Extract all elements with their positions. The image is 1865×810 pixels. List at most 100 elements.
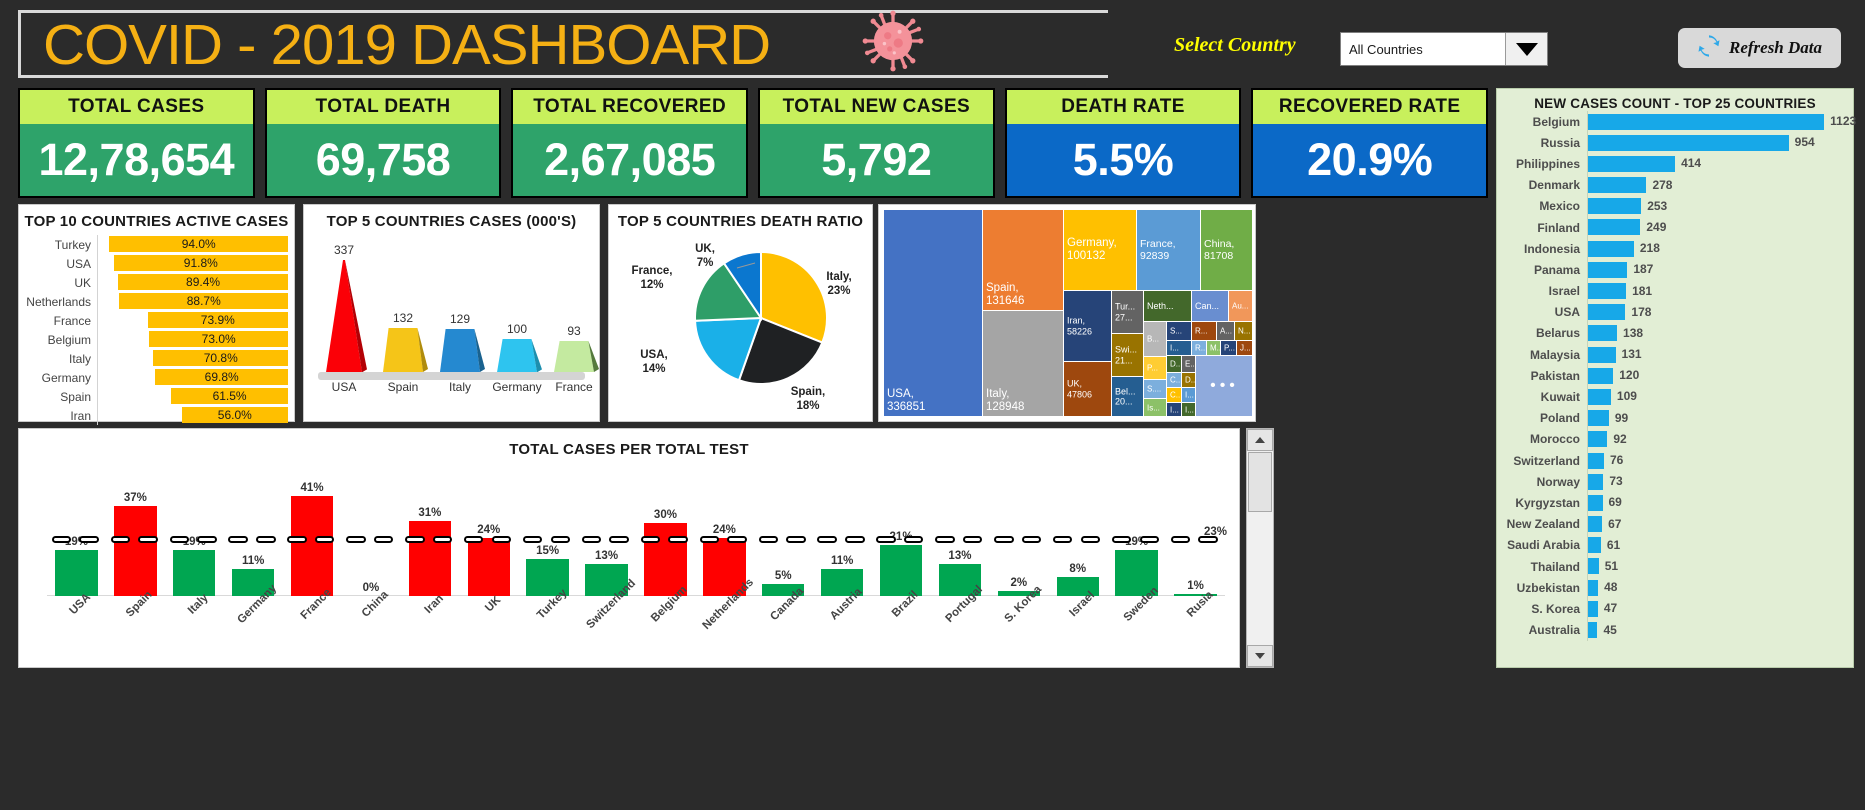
- bar-value-label: 41%: [300, 482, 324, 495]
- bar-fill: [467, 537, 510, 596]
- threshold-marker: [935, 536, 955, 543]
- scrollbar-thumb[interactable]: [1248, 452, 1272, 512]
- treemap-cell: Is...: [1144, 399, 1166, 416]
- bar-column: 21% Brazil: [879, 531, 923, 620]
- scroll-down-button[interactable]: [1247, 645, 1273, 667]
- bar-column: 41% France: [290, 482, 334, 622]
- bar-category-label: UK: [482, 594, 504, 615]
- treemap-cell: C...: [1167, 373, 1181, 387]
- bar-label: France: [53, 313, 91, 328]
- bar-label: Belgium: [47, 332, 91, 347]
- bar-column: 13% Switzerland: [584, 550, 638, 631]
- bar-label: Mexico: [1539, 199, 1580, 214]
- country-select[interactable]: All Countries: [1340, 32, 1548, 66]
- bar-value-label: 13%: [948, 550, 972, 563]
- threshold-marker: [786, 536, 806, 543]
- chart-treemap-total-cases: USA, 336851 Spain, 131646 Italy, 128948 German…: [878, 204, 1256, 422]
- bar-fill: 88.7%: [119, 293, 288, 309]
- threshold-marker: [1053, 536, 1073, 543]
- bar-track: 69: [1587, 492, 1853, 514]
- bar-column: 13% Portugal: [938, 550, 985, 625]
- bar-column: 15% Turkey: [526, 545, 569, 622]
- bar-fill: [1588, 410, 1609, 427]
- bar-track: 181: [1587, 280, 1853, 302]
- bar-track: 109: [1587, 386, 1853, 408]
- bar-track: 88.7%: [97, 292, 288, 311]
- chevron-down-icon: [1515, 42, 1538, 56]
- bar-fill: [173, 549, 216, 596]
- kpi-caption: TOTAL NEW CASES: [760, 90, 993, 124]
- bar-row: Denmark 278: [1497, 174, 1853, 196]
- bar-category-label: France: [555, 380, 593, 394]
- bar-value: 954: [1794, 135, 1815, 150]
- threshold-marker: [432, 536, 453, 543]
- cone-bar: 100 Germany: [491, 322, 543, 394]
- bar-column: 11% Austria: [820, 555, 865, 622]
- threshold-marker: [581, 536, 602, 543]
- chart-top5-cases: TOP 5 COUNTRIES CASES (000'S) 337 USA 132 S…: [303, 204, 600, 422]
- kpi-card: TOTAL CASES 12,78,654: [18, 88, 255, 198]
- coronavirus-icon: [853, 8, 933, 74]
- treemap-cell: S....: [1144, 380, 1166, 398]
- bar-label: Russia: [1540, 135, 1580, 150]
- bar-value: 138: [1623, 325, 1644, 340]
- bar-fill: [1588, 113, 1825, 130]
- bar-value-label: 24%: [712, 523, 736, 536]
- chart-title: TOTAL CASES PER TOTAL TEST: [509, 441, 749, 458]
- threshold-end-label: 23%: [1203, 526, 1227, 538]
- treemap-cell-label: Can...: [1195, 300, 1220, 311]
- treemap-cell: China, 81708: [1201, 210, 1252, 290]
- bar-label: Kuwait: [1540, 390, 1580, 405]
- bar-track: 1123: [1587, 111, 1856, 133]
- bar-row: Finland 249: [1497, 216, 1853, 239]
- bar-value: 69: [1608, 495, 1622, 510]
- covid-dashboard: COVID - 2019 DASHBOARD Select Country Al…: [0, 0, 1865, 810]
- refresh-data-button[interactable]: Refresh Data: [1678, 28, 1841, 68]
- bar-fill: 91.8%: [113, 255, 288, 271]
- bar-label: Norway: [1536, 474, 1580, 489]
- bar-label: Uzbekistan: [1516, 580, 1580, 595]
- treemap-cell-label: Spain, 131646: [986, 282, 1025, 307]
- cases-per-test-plot: 19% USA 37% Spain 19% Italy 11% Germany 41% Franc…: [47, 482, 1227, 632]
- bar-track: 45: [1587, 619, 1853, 641]
- bar-column: 24% UK: [467, 524, 510, 614]
- kpi-caption: TOTAL DEATH: [266, 90, 500, 124]
- cases-per-test-area: 19% USA 37% Spain 19% Italy 11% Germany 41% Franc…: [25, 458, 1233, 648]
- treemap-cell-label: P...: [1224, 343, 1235, 353]
- bar-column: 1% Rusia: [1174, 580, 1217, 620]
- bar-track: 73.9%: [97, 311, 288, 330]
- bar-category-label: Spain: [387, 380, 419, 394]
- bar-fill: [55, 549, 98, 596]
- chart-scrollbar[interactable]: [1246, 428, 1274, 668]
- bar-value: 61: [1606, 537, 1621, 552]
- treemap-cell: France, 92839: [1137, 210, 1200, 290]
- bar-value-label: 8%: [1069, 562, 1087, 575]
- chart-new-cases-top25: NEW CASES COUNT - TOP 25 COUNTRIES Belgi…: [1496, 88, 1856, 668]
- bar-category-label: S. Korea: [1002, 583, 1044, 625]
- bar-value: 61.5%: [212, 389, 247, 403]
- bar-fill: 94.0%: [109, 236, 288, 252]
- bar-track: 70.8%: [97, 349, 288, 368]
- bar-row: Thailand 51: [1497, 555, 1853, 578]
- threshold-marker: [110, 536, 131, 543]
- bar-track: 92: [1587, 428, 1853, 450]
- bar-row: Belarus 138: [1497, 322, 1853, 345]
- bar-fill: [1588, 579, 1599, 596]
- kpi-caption: TOTAL RECOVERED: [513, 90, 747, 124]
- top5-cases-cones: 337 USA 132 Spain 129 Italy 100 Germany 93 France: [304, 234, 599, 402]
- country-select-dropdown-button[interactable]: [1505, 33, 1547, 65]
- bar-row: Poland 99: [1497, 407, 1853, 429]
- threshold-marker: [346, 536, 366, 543]
- scroll-up-button[interactable]: [1247, 429, 1273, 451]
- threshold-marker: [79, 536, 99, 543]
- bar-track: 47: [1587, 598, 1853, 620]
- bar-value: 92: [1613, 431, 1627, 446]
- bar-row: Mexico 253: [1497, 195, 1853, 217]
- threshold-marker: [1111, 536, 1132, 543]
- kpi-card: TOTAL DEATH 69,758: [264, 88, 502, 198]
- bar-row: S. Korea 47: [1497, 598, 1853, 620]
- kpi-value: 69,758: [315, 134, 451, 185]
- kpi-value: 12,78,654: [38, 134, 235, 185]
- treemap-cell-label: Tur... 27...: [1115, 301, 1136, 323]
- chart-title: NEW CASES COUNT - TOP 25 COUNTRIES: [1534, 96, 1816, 111]
